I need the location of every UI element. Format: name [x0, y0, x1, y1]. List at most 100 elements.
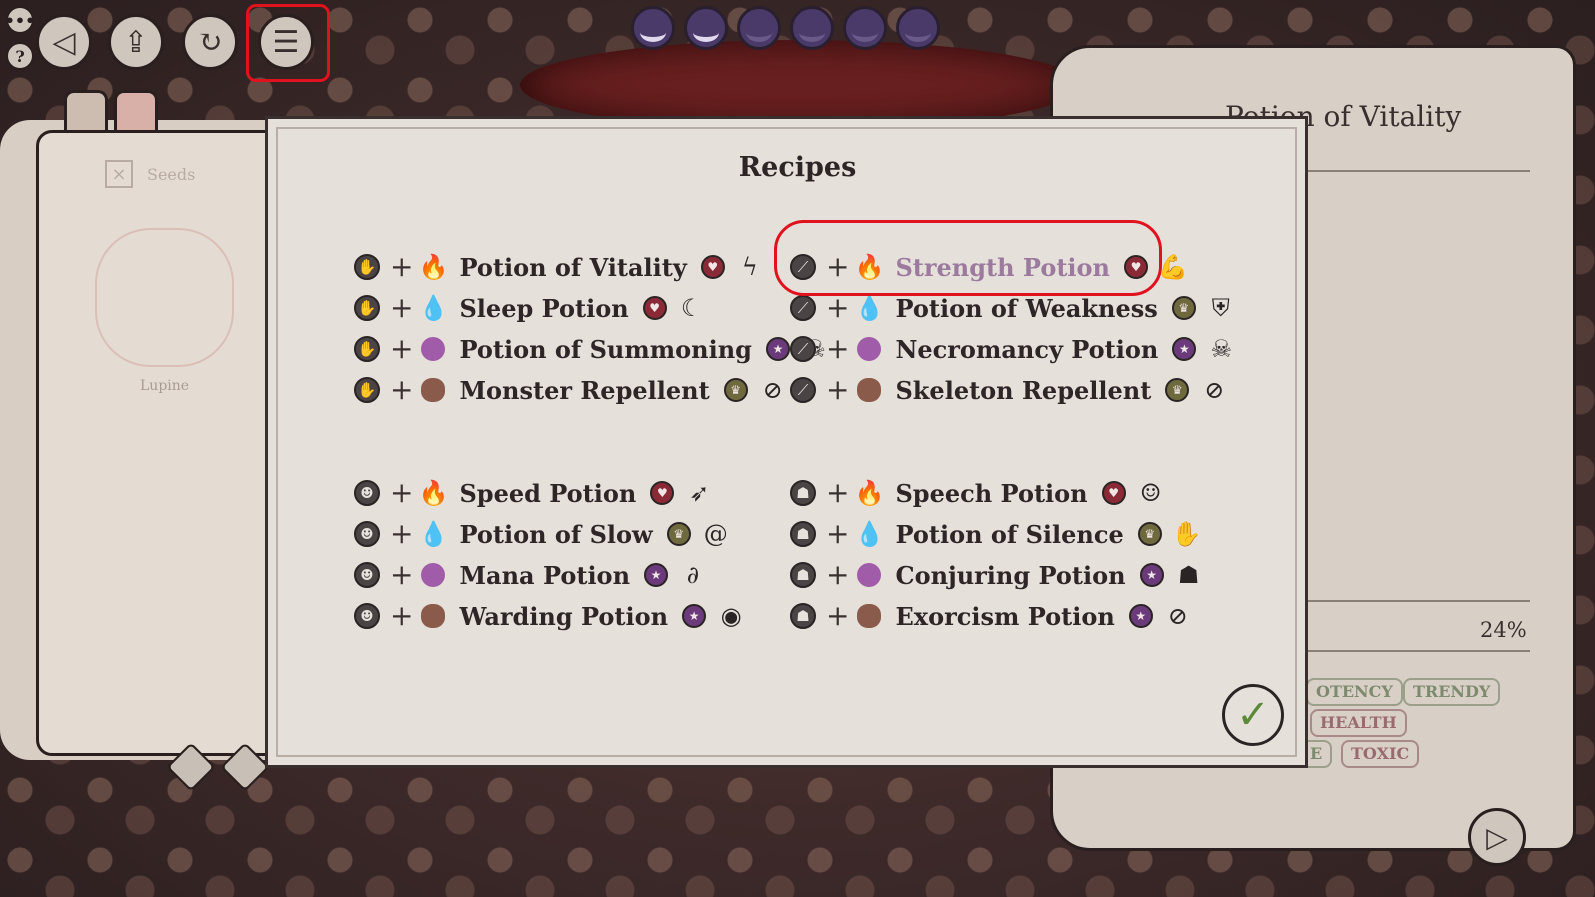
scroll-divider [1300, 650, 1530, 652]
dialog-title: Recipes [738, 152, 857, 183]
recipe-row[interactable]: ☗ + Conjuring Potion ★ ☗ [790, 558, 1204, 592]
plus-icon: + [390, 517, 414, 550]
earth-element-icon [421, 604, 446, 628]
potion-percentage: 24% [1480, 618, 1527, 642]
undo-button[interactable]: ↻ [182, 14, 238, 70]
upload-button[interactable]: ⇪ [108, 14, 164, 70]
earth-category-icon: ♛ [666, 522, 691, 546]
help-button[interactable]: ? [6, 42, 34, 70]
arcane-element-icon [421, 337, 446, 361]
recipe-name: Potion of Weakness [895, 293, 1158, 323]
water-element-icon: 💧 [854, 294, 885, 322]
wand-sigil-icon: ⟋ [790, 377, 816, 403]
earth-category-icon: ♛ [1137, 522, 1162, 546]
recipe-row[interactable]: ⟋ + Necromancy Potion ★ ☠ [790, 332, 1236, 366]
plus-icon: + [826, 291, 850, 324]
moon-phase-empty-icon [737, 6, 781, 50]
recipe-row[interactable]: ✋ + 💧 Sleep Potion ♥ ☾ [354, 291, 707, 325]
recipe-row[interactable]: ☗ + 💧 Potion of Silence ♛ ✋ [790, 517, 1202, 551]
plus-icon: + [826, 332, 850, 365]
recipe-row[interactable]: ☻ + 🔥 Speed Potion ♥ ➶ [354, 476, 714, 510]
recipe-row[interactable]: ☻ + 💧 Potion of Slow ♛ @ [354, 517, 731, 551]
recipe-name: Potion of Summoning [459, 334, 752, 364]
mind-category-icon: ★ [682, 604, 707, 628]
plus-icon: + [390, 373, 414, 406]
plus-icon: + [390, 476, 414, 509]
hand-sigil-icon: ✋ [354, 254, 380, 280]
water-element-icon: 💧 [418, 294, 449, 322]
earth-category-icon: ♛ [1171, 296, 1196, 320]
fire-element-icon: 🔥 [854, 479, 885, 507]
moon-phase-empty-icon [790, 6, 834, 50]
fire-element-icon: 🔥 [418, 479, 449, 507]
earth-category-icon: ♛ [723, 378, 748, 402]
recipe-name: Monster Repellent [459, 375, 710, 405]
skull-icon: ☠ [1210, 335, 1233, 363]
plus-icon: + [390, 599, 414, 632]
snail-icon: @ [703, 520, 728, 548]
recipe-name: Potion of Slow [459, 519, 653, 549]
ghost-sigil-icon: ☗ [790, 521, 816, 547]
recipe-name: Potion of Vitality [459, 252, 687, 282]
plus-icon: + [390, 291, 414, 324]
recipe-row[interactable]: ✋ + 🔥 Potion of Vitality ♥ ϟ [354, 250, 765, 284]
tag-potency: OTENCY [1306, 678, 1403, 706]
recipe-row[interactable]: ☗ + Exorcism Potion ★ ⊘ [790, 599, 1193, 633]
undo-icon: ↻ [197, 24, 223, 60]
running-icon: ➶ [689, 479, 710, 507]
mask-sigil-icon: ☻ [354, 480, 380, 506]
mask-sigil-icon: ☻ [354, 603, 380, 629]
confirm-button[interactable]: ✓ [1222, 684, 1284, 746]
wand-sigil-icon: ⟋ [790, 336, 816, 362]
crescent-moon-icon: ☾ [680, 294, 703, 322]
no-monster-icon: ⊘ [762, 376, 783, 404]
recipe-row[interactable]: ☻ + Mana Potion ★ ∂ [354, 558, 708, 592]
seed-sigil-icon[interactable] [95, 228, 234, 367]
recipe-row[interactable]: ✋+Potion of Summoning★☠ [354, 332, 830, 366]
lightning-icon: ϟ [741, 253, 758, 281]
ghost-sigil-icon: ☗ [790, 603, 816, 629]
plus-icon: + [826, 558, 850, 591]
moon-phase-empty-icon [843, 6, 887, 50]
book-page [36, 130, 292, 756]
water-element-icon: 💧 [418, 520, 449, 548]
menu-button-highlight [246, 4, 330, 82]
health-category-icon: ♥ [1101, 481, 1126, 505]
recipe-name: Mana Potion [459, 560, 631, 590]
plus-icon: + [826, 476, 850, 509]
hand-sigil-icon: ✋ [354, 295, 380, 321]
recipe-row[interactable]: ✋ + Monster Repellent ♛ ⊘ [354, 373, 788, 407]
more-options-button[interactable]: ••• [5, 6, 35, 34]
flexed-arm-icon: 💪 [1158, 253, 1188, 281]
wand-sigil-icon: ⟋ [790, 295, 816, 321]
earth-element-icon [857, 378, 882, 402]
recipe-name: Sleep Potion [459, 293, 629, 323]
recipe-name: Exorcism Potion [895, 601, 1115, 631]
recipe-row[interactable]: ☗ + 🔥 Speech Potion ♥ ☺ [790, 476, 1166, 510]
seed-name: Lupine [140, 378, 190, 394]
hand-sigil-icon: ✋ [354, 377, 380, 403]
health-category-icon: ♥ [642, 296, 667, 320]
scroll-divider [1300, 600, 1530, 602]
earth-element-icon [421, 378, 446, 402]
recipe-row[interactable]: ⟋ + 💧 Potion of Weakness ♛ ⛨ [790, 291, 1236, 325]
broken-shield-icon: ⛨ [1211, 294, 1230, 322]
earth-element-icon [857, 604, 882, 628]
plus-icon: + [826, 517, 850, 550]
health-category-icon: ♥ [700, 255, 725, 279]
next-button[interactable]: ▷ [1468, 808, 1526, 866]
ghost-icon: ☗ [1177, 561, 1200, 589]
arcane-element-icon [421, 563, 446, 587]
mind-category-icon: ★ [1128, 604, 1153, 628]
recipe-name: Speech Potion [895, 478, 1088, 508]
earth-category-icon: ♛ [1165, 378, 1190, 402]
back-button[interactable]: ◁ [36, 14, 92, 70]
upload-icon: ⇪ [123, 24, 149, 60]
moon-phase-empty-icon [896, 6, 940, 50]
silence-figure-icon: ✋ [1171, 520, 1202, 548]
plus-icon: + [390, 558, 414, 591]
mind-category-icon: ★ [1172, 337, 1197, 361]
recipe-row[interactable]: ☻ + Warding Potion ★ ◉ [354, 599, 746, 633]
recipe-row[interactable]: ⟋ + Skeleton Repellent ♛ ⊘ [790, 373, 1229, 407]
arcane-element-icon [857, 563, 882, 587]
